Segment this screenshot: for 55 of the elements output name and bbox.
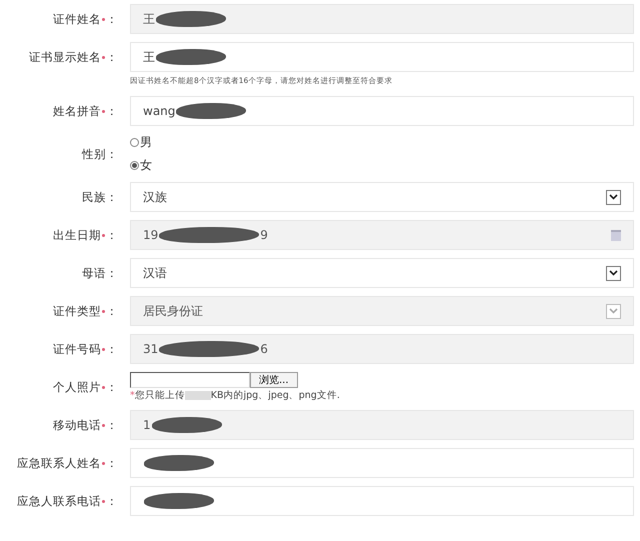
field-label: 个人照片 — [53, 380, 101, 394]
radio-label: 女 — [140, 157, 152, 174]
colon: ： — [106, 304, 118, 318]
radio-button[interactable] — [130, 161, 139, 170]
colon: ： — [106, 456, 118, 470]
radio-button[interactable] — [130, 138, 139, 147]
field-value: 汉族 — [143, 188, 167, 206]
upload-hint: 您只能上传 — [134, 389, 185, 402]
input-field[interactable] — [130, 486, 634, 516]
input-field[interactable]: 王 — [130, 42, 634, 72]
field-label: 性别 — [82, 146, 106, 162]
field-value: 汉语 — [143, 264, 167, 282]
chevron-down-icon[interactable] — [609, 270, 618, 276]
colon: ： — [106, 50, 118, 64]
colon: ： — [106, 228, 118, 242]
upload-hint: KB内的jpg、jpeg、png文件. — [210, 389, 340, 402]
field-label: 母语 — [82, 266, 106, 280]
field-label: 证件姓名 — [53, 12, 101, 26]
field-value: 王 — [143, 10, 155, 28]
input-field[interactable] — [130, 448, 634, 478]
field-value: 6 — [260, 342, 268, 356]
colon: ： — [106, 342, 118, 356]
colon: ： — [106, 190, 118, 204]
dropdown-field[interactable]: 汉族 — [130, 182, 634, 212]
colon: ： — [106, 146, 118, 162]
field-value: 19 — [143, 228, 158, 242]
field-value: 王 — [143, 48, 155, 66]
radio-label: 男 — [140, 134, 152, 151]
dropdown-field[interactable]: 汉语 — [130, 258, 634, 288]
colon: ： — [106, 380, 118, 394]
colon: ： — [106, 418, 118, 432]
colon: ： — [106, 12, 118, 26]
colon: ： — [106, 104, 118, 118]
field-label: 应急人联系电话 — [17, 494, 101, 508]
field-value: 31 — [143, 342, 158, 356]
required-mark: * — [130, 390, 135, 401]
field-value: 1 — [143, 418, 151, 432]
field-value: wang — [143, 104, 176, 118]
field-label: 证书显示姓名 — [29, 50, 101, 64]
field-label: 姓名拼音 — [53, 104, 101, 118]
redaction-mark — [184, 391, 211, 400]
field-value: 9 — [260, 228, 268, 242]
field-label: 民族 — [82, 190, 106, 204]
field-label: 证件类型 — [53, 304, 101, 318]
field-value: 居民身份证 — [143, 302, 203, 320]
browse-button[interactable]: 浏览... — [250, 372, 298, 388]
input-field[interactable]: wang — [130, 96, 634, 126]
field-label: 应急联系人姓名 — [17, 456, 101, 470]
field-label: 出生日期 — [53, 228, 101, 242]
field-label: 移动电话 — [53, 418, 101, 432]
field-label: 证件号码 — [53, 342, 101, 356]
colon: ： — [106, 494, 118, 508]
chevron-down-icon[interactable] — [609, 194, 618, 200]
colon: ： — [106, 266, 118, 280]
file-path-field[interactable] — [130, 372, 250, 388]
